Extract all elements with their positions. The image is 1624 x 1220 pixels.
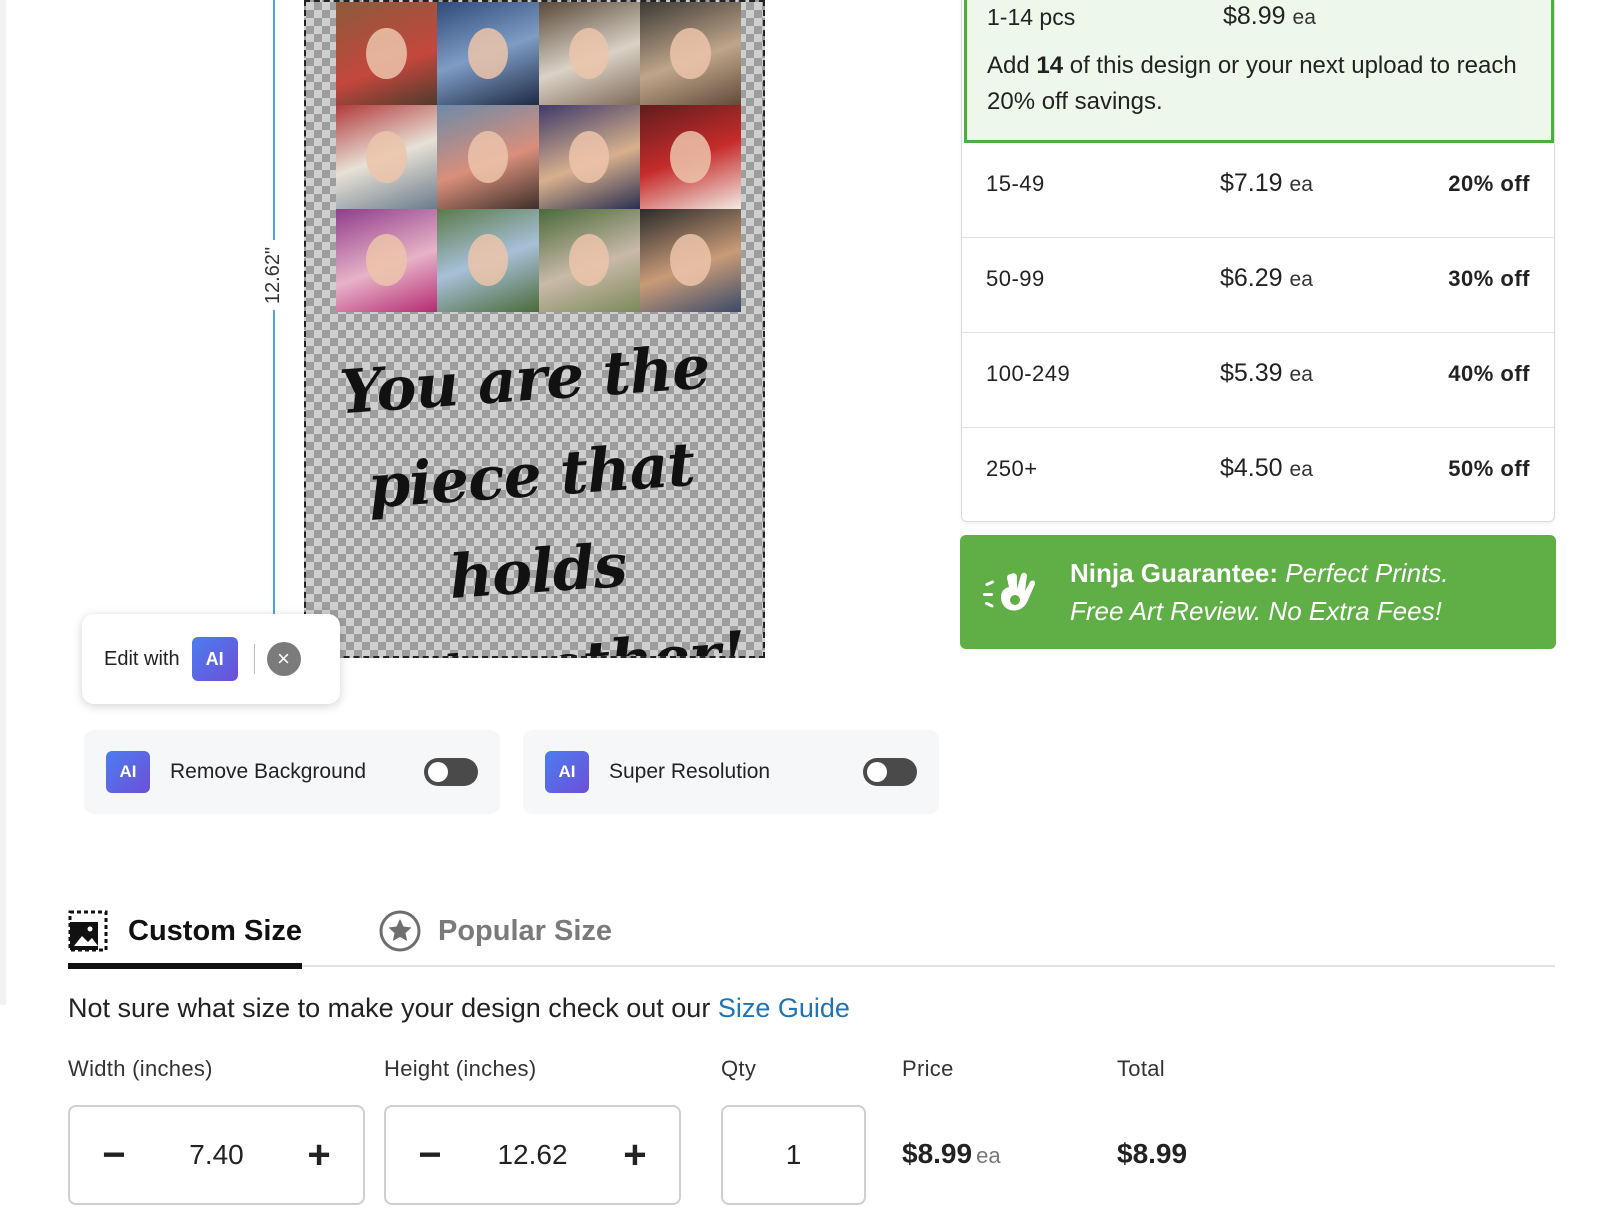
tab-custom-size-label: Custom Size bbox=[128, 914, 303, 947]
price-tier-row: 100-249 $5.39 ea 40% off bbox=[962, 333, 1554, 428]
unit-price: $8.99 ea bbox=[902, 1138, 1001, 1169]
price-tier-row: 50-99 $6.29 ea 30% off bbox=[962, 238, 1554, 333]
size-tabs: Custom Size Popular Size bbox=[68, 895, 1555, 969]
qty-input[interactable]: 1 bbox=[721, 1105, 866, 1205]
tier-upsell-message: Add 14 of this design or your next uploa… bbox=[987, 52, 1517, 115]
collage-photo bbox=[336, 105, 438, 209]
ai-badge: AI bbox=[545, 751, 589, 793]
height-dimension-label: 12.62" bbox=[248, 240, 300, 310]
tier-discount: 30% off bbox=[1448, 266, 1530, 291]
ai-badge: AI bbox=[106, 751, 150, 793]
tab-popular-size[interactable]: Popular Size bbox=[378, 895, 612, 967]
tier-qty: 15-49 bbox=[986, 171, 1045, 196]
quote-line: piece that holds bbox=[365, 429, 697, 613]
total-label: Total bbox=[1117, 1056, 1165, 1081]
switch-knob bbox=[867, 762, 887, 782]
tier-discount: 20% off bbox=[1448, 171, 1530, 196]
collage-photo bbox=[538, 105, 640, 209]
photo-collage bbox=[336, 2, 741, 312]
tier-price: $8.99 ea bbox=[1223, 2, 1316, 30]
ninja-guarantee-banner: Ninja Guarantee: Perfect Prints. Free Ar… bbox=[960, 535, 1556, 649]
width-label: Width (inches) bbox=[68, 1056, 213, 1081]
guarantee-text: Ninja Guarantee: Perfect Prints. Free Ar… bbox=[1070, 554, 1449, 630]
total-price: $8.99 bbox=[1117, 1138, 1188, 1169]
design-preview[interactable]: You are the piece that holds us together… bbox=[304, 0, 765, 658]
width-increment-button[interactable]: + bbox=[301, 1135, 337, 1175]
left-rail bbox=[0, 0, 6, 1005]
collage-photo bbox=[538, 2, 640, 106]
custom-size-icon bbox=[68, 910, 112, 952]
collage-photo bbox=[639, 2, 741, 106]
guarantee-line2: Free Art Review. No Extra Fees! bbox=[1070, 596, 1442, 626]
collage-photo bbox=[437, 105, 539, 209]
design-quote: You are the piece that holds us together… bbox=[306, 317, 763, 656]
edit-with-label: Edit with bbox=[104, 647, 180, 670]
super-resolution-toggle-row: AI Super Resolution bbox=[523, 730, 939, 814]
price-tier-row: 250+ $4.50 ea 50% off bbox=[962, 428, 1554, 523]
guarantee-line1: Perfect Prints. bbox=[1278, 558, 1449, 588]
tier-price: $5.39 ea bbox=[1220, 359, 1313, 387]
star-icon bbox=[378, 909, 422, 953]
height-dimension-line bbox=[273, 0, 275, 620]
super-resolution-label: Super Resolution bbox=[609, 760, 771, 783]
tab-custom-size[interactable]: Custom Size bbox=[68, 895, 303, 969]
height-stepper: − 12.62 + bbox=[384, 1105, 681, 1205]
price-tier-row: 15-49 $7.19 ea 20% off bbox=[962, 143, 1554, 238]
width-value[interactable]: 7.40 bbox=[189, 1139, 244, 1171]
collage-photo bbox=[538, 208, 640, 312]
tier-qty: 100-249 bbox=[986, 361, 1071, 386]
width-stepper: − 7.40 + bbox=[68, 1105, 365, 1205]
guarantee-title: Ninja Guarantee: bbox=[1070, 558, 1279, 588]
height-increment-button[interactable]: + bbox=[617, 1135, 653, 1175]
collage-photo bbox=[336, 2, 438, 106]
tier-qty: 250+ bbox=[986, 456, 1038, 481]
height-decrement-button[interactable]: − bbox=[412, 1135, 448, 1175]
active-price-tier: 1-14 pcs $8.99 ea Add 14 of this design … bbox=[964, 0, 1554, 143]
size-guide-link[interactable]: Size Guide bbox=[718, 993, 850, 1023]
remove-background-label: Remove Background bbox=[170, 760, 367, 783]
collage-photo bbox=[437, 2, 539, 106]
switch-knob bbox=[428, 762, 448, 782]
width-decrement-button[interactable]: − bbox=[96, 1135, 132, 1175]
ok-hand-icon bbox=[960, 560, 1070, 624]
tier-discount: 50% off bbox=[1448, 456, 1530, 481]
price-label: Price bbox=[902, 1056, 954, 1081]
ai-badge[interactable]: AI bbox=[191, 637, 238, 681]
edit-with-ai-pill[interactable]: Edit with AI × bbox=[82, 614, 340, 704]
remove-background-toggle-row: AI Remove Background bbox=[84, 730, 500, 814]
super-resolution-switch[interactable] bbox=[863, 758, 917, 786]
remove-background-switch[interactable] bbox=[424, 758, 478, 786]
tier-price: $6.29 ea bbox=[1220, 264, 1313, 292]
tier-qty: 1-14 pcs bbox=[987, 4, 1076, 30]
tier-price: $4.50 ea bbox=[1220, 454, 1313, 482]
size-help-text: Not sure what size to make your design c… bbox=[68, 993, 850, 1023]
tier-qty: 50-99 bbox=[986, 266, 1045, 291]
tab-popular-size-label: Popular Size bbox=[438, 914, 613, 947]
collage-photo bbox=[639, 208, 741, 312]
height-value[interactable]: 12.62 bbox=[497, 1139, 567, 1171]
tier-price: $7.19 ea bbox=[1220, 169, 1313, 197]
tier-discount: 40% off bbox=[1448, 361, 1530, 386]
close-icon[interactable]: × bbox=[266, 642, 301, 676]
collage-photo bbox=[437, 208, 539, 312]
qty-label: Qty bbox=[721, 1056, 757, 1081]
height-label: Height (inches) bbox=[384, 1056, 537, 1081]
divider bbox=[253, 644, 255, 674]
collage-photo bbox=[639, 105, 741, 209]
pricing-table: 1-14 pcs $8.99 ea Add 14 of this design … bbox=[961, 0, 1555, 522]
collage-photo bbox=[336, 208, 438, 312]
